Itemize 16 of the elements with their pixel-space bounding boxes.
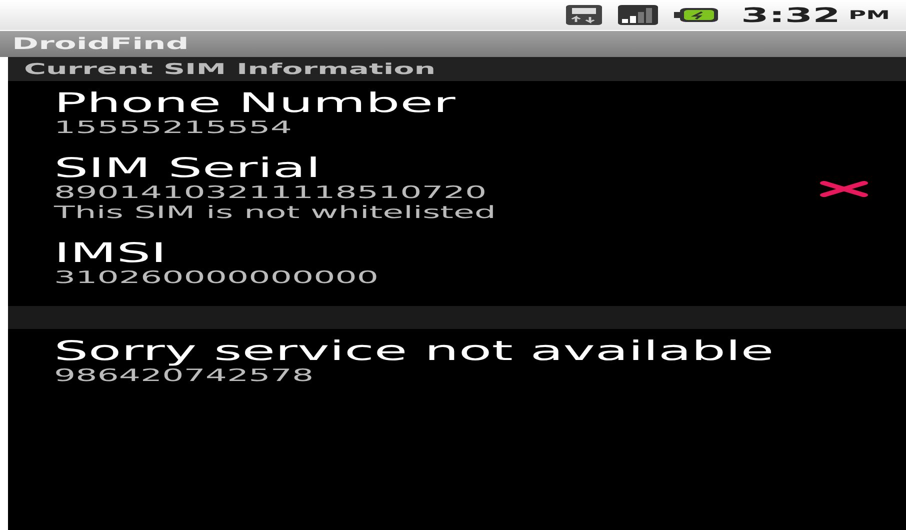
battery-charging-icon <box>673 8 717 22</box>
network-type-icon <box>565 4 601 26</box>
item-value: 986420742578 <box>54 366 315 386</box>
item-title: IMSI <box>54 239 168 268</box>
app-title: DroidFind <box>0 31 906 57</box>
section-header: Current SIM Information <box>8 57 906 81</box>
signal-icon <box>617 5 657 25</box>
item-note: This SIM is not whitelisted <box>54 203 497 223</box>
item-value: 310260000000000 <box>54 268 380 288</box>
clock-meridiem: PM <box>848 7 890 24</box>
clock-time: 3:32 <box>741 2 840 29</box>
item-title: Phone Number <box>54 89 456 118</box>
item-value: 89014103211118510720 <box>54 183 488 203</box>
item-title: SIM Serial <box>54 154 322 183</box>
item-value: 15555215554 <box>54 118 293 138</box>
item-title: Sorry service not available <box>54 337 775 366</box>
